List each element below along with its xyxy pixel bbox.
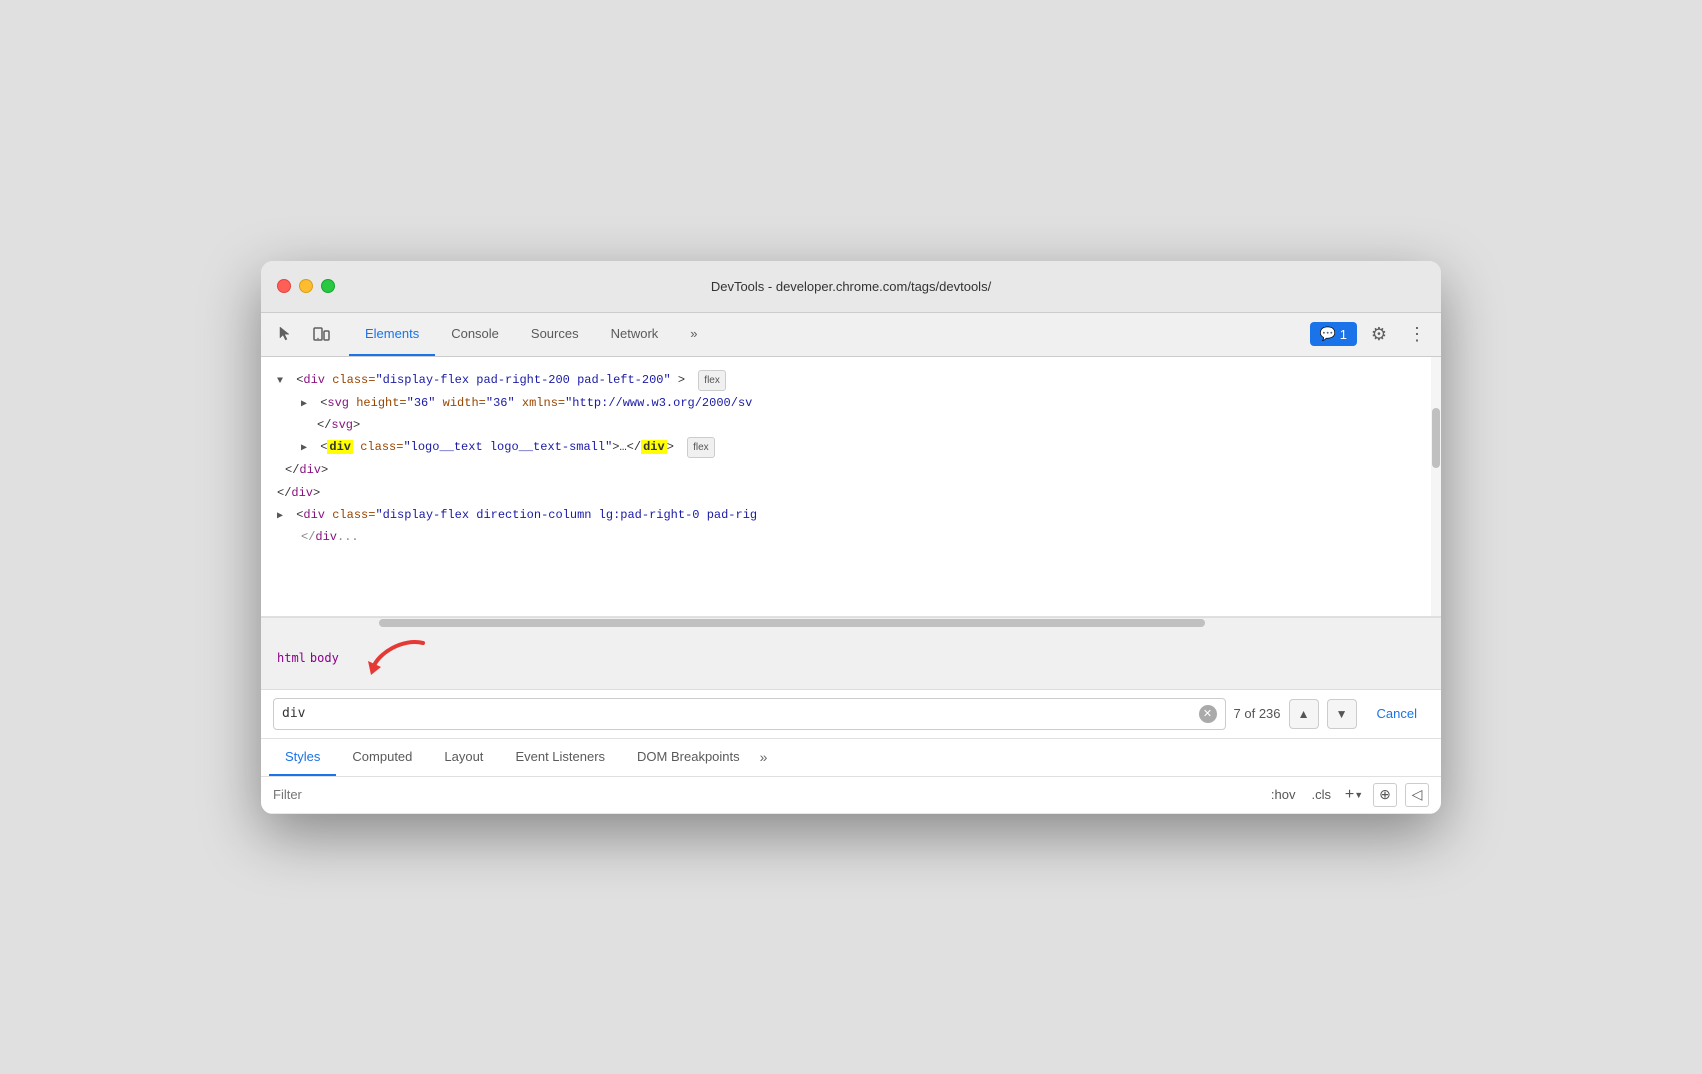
triangle-down-icon: [277, 370, 289, 390]
tab-more-styles[interactable]: »: [760, 749, 768, 765]
tag-div-partial: div: [315, 530, 337, 544]
dom-line-5[interactable]: </div>: [261, 459, 1441, 481]
search-total: of 236: [1244, 706, 1280, 721]
maximize-button[interactable]: [321, 279, 335, 293]
hov-button[interactable]: :hov: [1267, 785, 1300, 804]
breadcrumb-bar: html body: [261, 627, 1441, 690]
search-input[interactable]: div: [282, 706, 1199, 721]
tag-div-close-2: div: [291, 486, 313, 500]
badge-count: 1: [1340, 327, 1347, 342]
window-title: DevTools - developer.chrome.com/tags/dev…: [711, 279, 991, 294]
search-cancel-button[interactable]: Cancel: [1365, 700, 1429, 727]
dom-line-8[interactable]: </div...: [261, 526, 1441, 548]
vertical-scrollbar-track: [1431, 357, 1441, 616]
red-arrow-annotation: [363, 633, 443, 683]
more-options-button[interactable]: ⋮: [1401, 318, 1433, 350]
toolbar-icons: [269, 318, 337, 350]
minimize-button[interactable]: [299, 279, 313, 293]
triangle-right-icon-7: [277, 505, 289, 525]
tab-styles[interactable]: Styles: [269, 739, 336, 776]
filter-actions: :hov .cls + ▼ ⊕ ◁: [1267, 783, 1429, 807]
console-messages-button[interactable]: 💬 1: [1310, 322, 1357, 346]
tab-network[interactable]: Network: [595, 312, 675, 356]
flex-badge-2: flex: [687, 437, 715, 458]
tag-div-7: div: [303, 508, 325, 522]
search-bar: div ✕ 7 of 236 ▲ ▼ Cancel: [261, 690, 1441, 739]
tab-computed[interactable]: Computed: [336, 739, 428, 776]
cls-button[interactable]: .cls: [1308, 785, 1336, 804]
tag-svg-close: svg: [331, 418, 353, 432]
tag-div-close-1: div: [299, 463, 321, 477]
breadcrumb-body[interactable]: body: [310, 651, 339, 665]
inspect-element-button[interactable]: [269, 318, 301, 350]
dom-line-4[interactable]: <div class="logo__text logo__text-small"…: [261, 436, 1441, 459]
plus-arrow-icon: ▼: [1354, 790, 1363, 800]
search-clear-button[interactable]: ✕: [1199, 705, 1217, 723]
horizontal-scrollbar-thumb[interactable]: [379, 619, 1205, 627]
tab-console[interactable]: Console: [435, 312, 515, 356]
devtools-toolbar: Elements Console Sources Network » 💬 1 ⚙…: [261, 313, 1441, 357]
tab-sources[interactable]: Sources: [515, 312, 595, 356]
tab-layout[interactable]: Layout: [428, 739, 499, 776]
dom-line-3[interactable]: </svg>: [261, 414, 1441, 436]
styles-panel: Styles Computed Layout Event Listeners D…: [261, 739, 1441, 814]
add-style-button[interactable]: + ▼: [1343, 784, 1365, 806]
search-current-number: 7: [1234, 706, 1241, 721]
styles-tabs: Styles Computed Layout Event Listeners D…: [261, 739, 1441, 777]
search-count: 7 of 236: [1234, 706, 1281, 721]
close-button[interactable]: [277, 279, 291, 293]
dom-line-1[interactable]: <div class="display-flex pad-right-200 p…: [261, 369, 1441, 392]
tag-div-1: div: [303, 373, 325, 387]
triangle-right-icon-2: [301, 393, 313, 413]
title-bar: DevTools - developer.chrome.com/tags/dev…: [261, 261, 1441, 313]
new-rule-icon: ⊕: [1379, 786, 1391, 803]
tab-more[interactable]: »: [674, 312, 713, 356]
triangle-right-icon-4: [301, 437, 313, 457]
tag-svg: svg: [327, 396, 349, 410]
toolbar-right: 💬 1 ⚙ ⋮: [1310, 318, 1433, 350]
vertical-scrollbar-thumb[interactable]: [1432, 408, 1440, 468]
flex-badge-1: flex: [698, 370, 726, 391]
toggle-sidebar-button[interactable]: ◁: [1405, 783, 1429, 807]
devtools-tabs: Elements Console Sources Network »: [349, 312, 1310, 356]
device-toolbar-button[interactable]: [305, 318, 337, 350]
plus-icon: +: [1345, 786, 1354, 804]
badge-icon: 💬: [1320, 326, 1336, 342]
tab-event-listeners[interactable]: Event Listeners: [499, 739, 621, 776]
highlight-div-close: div: [641, 440, 667, 454]
search-prev-button[interactable]: ▲: [1289, 699, 1319, 729]
filter-bar: :hov .cls + ▼ ⊕ ◁: [261, 777, 1441, 814]
styles-filter-input[interactable]: [273, 787, 1259, 802]
dom-line-6[interactable]: </div>: [261, 482, 1441, 504]
tab-elements[interactable]: Elements: [349, 312, 435, 356]
search-next-button[interactable]: ▼: [1327, 699, 1357, 729]
dom-panel: <div class="display-flex pad-right-200 p…: [261, 357, 1441, 617]
traffic-lights: [277, 279, 335, 293]
sidebar-icon: ◁: [1412, 786, 1423, 803]
highlight-div: div: [327, 440, 353, 454]
dom-line-7[interactable]: <div class="display-flex direction-colum…: [261, 504, 1441, 526]
horizontal-scrollbar-track: [261, 617, 1441, 627]
breadcrumb-html[interactable]: html: [277, 651, 306, 665]
devtools-window: DevTools - developer.chrome.com/tags/dev…: [261, 261, 1441, 814]
dom-line-2[interactable]: <svg height="36" width="36" xmlns="http:…: [261, 392, 1441, 414]
settings-button[interactable]: ⚙: [1363, 318, 1395, 350]
new-style-rule-button[interactable]: ⊕: [1373, 783, 1397, 807]
search-input-wrapper: div ✕: [273, 698, 1226, 730]
tab-dom-breakpoints[interactable]: DOM Breakpoints: [621, 739, 756, 776]
